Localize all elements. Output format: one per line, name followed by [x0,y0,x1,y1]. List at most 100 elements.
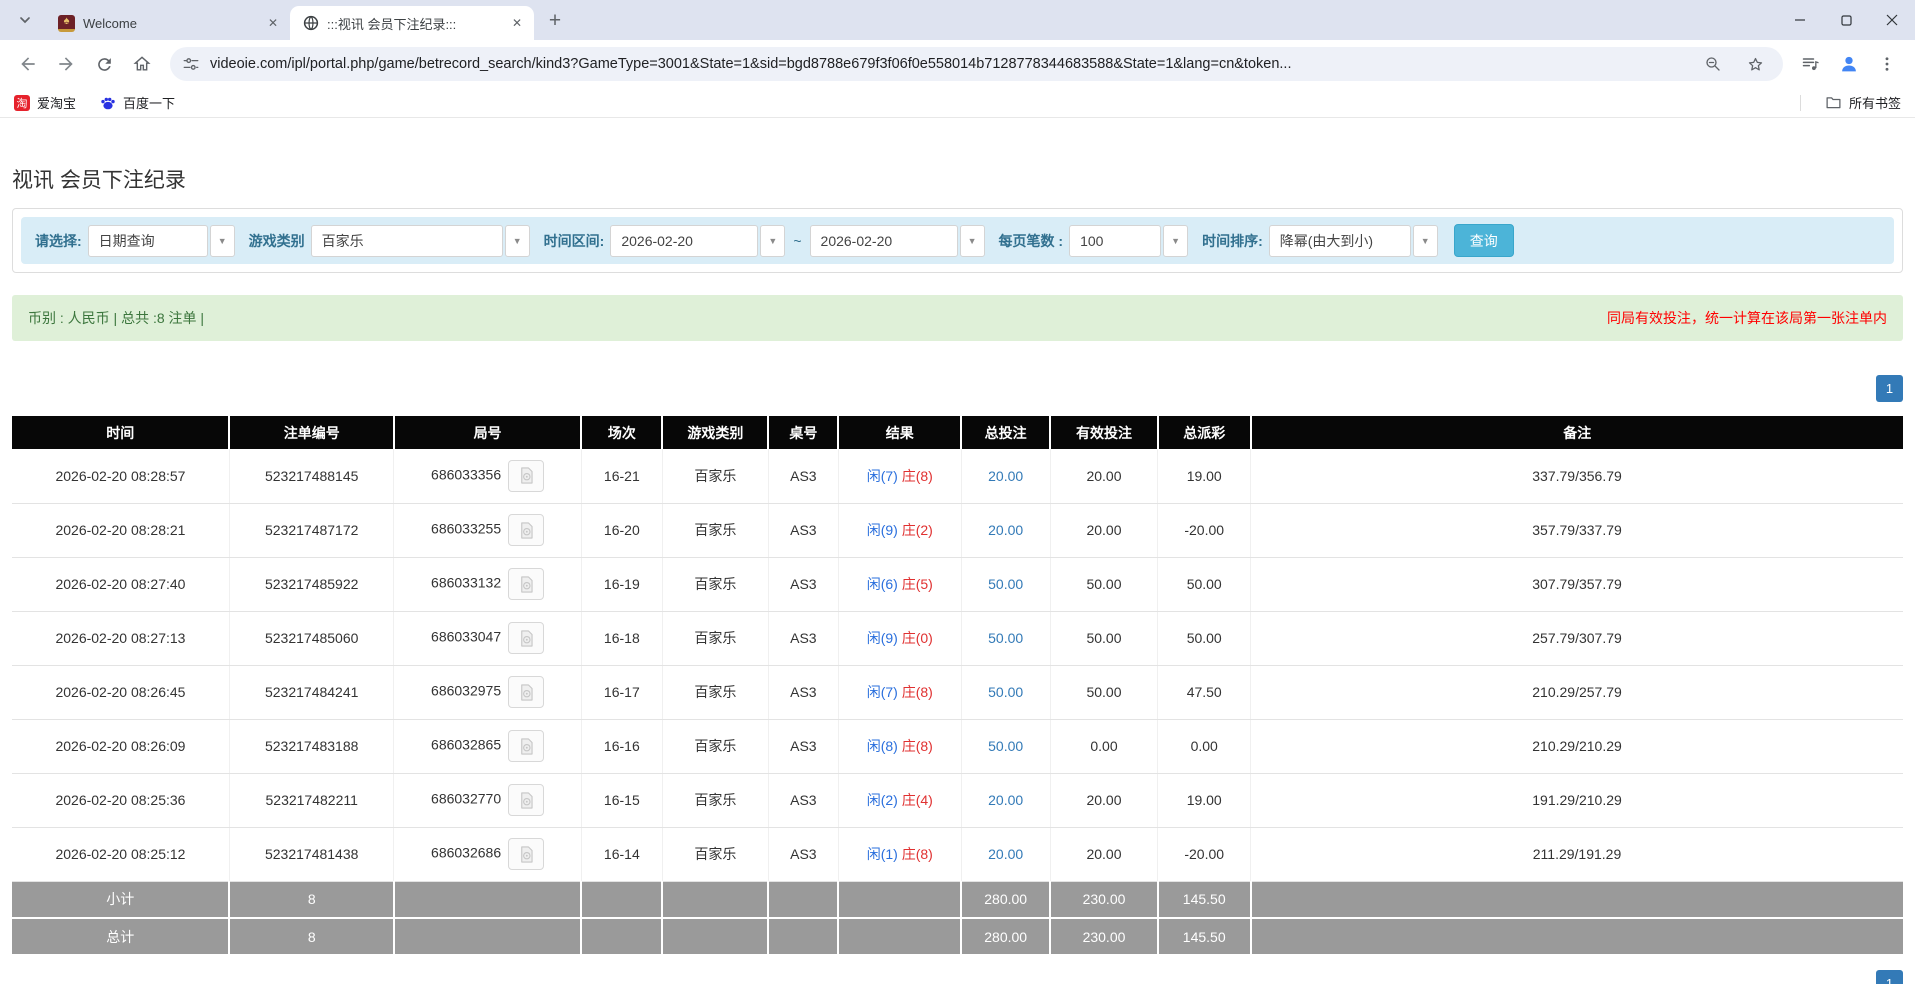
chevron-down-icon[interactable]: ▼ [1412,224,1438,257]
media-controls-icon[interactable] [1793,46,1829,82]
tab-betrecord[interactable]: :::视讯 会员下注纪录::: ✕ [290,6,534,40]
back-button[interactable] [10,46,46,82]
url-text[interactable]: videoie.com/ipl/portal.php/game/betrecor… [210,56,1687,72]
bookmark-baidu[interactable]: 百度一下 [100,93,175,112]
new-tab-button[interactable]: + [542,8,568,34]
query-type-select[interactable]: 日期查询 ▼ [87,224,235,257]
per-page-input[interactable]: 100 ▼ [1069,224,1189,257]
cell-round: 686033132 [393,557,582,612]
video-replay-button[interactable] [508,730,545,762]
chevron-down-icon[interactable]: ▼ [209,224,235,257]
video-replay-button[interactable] [508,622,545,654]
total-bet-link[interactable]: 20.00 [988,468,1023,484]
video-file-icon [520,791,533,809]
video-file-icon [520,521,533,539]
chevron-down-icon[interactable]: ▼ [760,224,786,257]
minimize-button[interactable] [1777,0,1823,40]
round-number: 686032865 [431,736,502,753]
notice-text: 同局有效投注，统一计算在该局第一张注单内 [1607,310,1887,326]
chevron-down-icon[interactable]: ▼ [504,224,530,257]
total-payout: 145.50 [1157,918,1252,956]
cell-result: 闲(6) 庄(5) [838,557,962,612]
site-settings-icon[interactable] [182,55,200,73]
taobao-icon: 淘 [14,94,30,111]
globe-favicon-icon [302,15,319,32]
game-type-select[interactable]: 百家乐 ▼ [310,224,530,257]
total-bet-link[interactable]: 20.00 [988,792,1023,808]
divider [1799,94,1801,111]
all-bookmarks-label: 所有书签 [1848,96,1901,111]
search-button[interactable]: 查询 [1453,224,1514,257]
video-replay-button[interactable] [508,838,545,870]
bookmark-star-icon[interactable] [1739,48,1771,80]
cell-session: 16-14 [581,827,663,882]
cell-table-no: AS3 [768,557,839,612]
cell-total-bet: 20.00 [961,503,1051,558]
cell-time: 2026-02-20 08:28:57 [12,449,230,504]
video-file-icon [520,575,533,593]
date-from-input[interactable]: 2026-02-20 ▼ [610,224,786,257]
refresh-button[interactable] [86,46,122,82]
page-1-button[interactable]: 1 [1876,970,1903,984]
sort-order-label: 时间排序: [1202,232,1263,249]
table-row: 2026-02-20 08:27:13 523217485060 6860330… [12,611,1903,666]
cell-time: 2026-02-20 08:25:12 [12,827,230,882]
maximize-button[interactable] [1823,0,1869,40]
forward-button[interactable] [48,46,84,82]
total-bet-link[interactable]: 20.00 [988,846,1023,862]
bet-table-body: 2026-02-20 08:28:57 523217488145 6860333… [12,449,1903,882]
total-bet-link[interactable]: 20.00 [988,522,1023,538]
tab-strip: ♠ Welcome ✕ :::视讯 会员下注纪录::: ✕ + [0,0,1915,40]
zoom-icon[interactable] [1697,48,1729,80]
tab-close-icon[interactable]: ✕ [264,14,282,32]
cell-valid-bet: 20.00 [1050,503,1159,558]
close-window-button[interactable] [1869,0,1915,40]
page-title: 视讯 会员下注纪录 [12,169,186,192]
all-bookmarks-button[interactable]: 所有书签 [1825,93,1901,112]
cell-result: 闲(9) 庄(0) [838,611,962,666]
cell-table-no: AS3 [768,611,839,666]
profile-avatar[interactable] [1831,46,1867,82]
cell-remark: 257.79/307.79 [1250,611,1903,666]
round-number: 686033047 [431,628,502,645]
chevron-down-icon[interactable]: ▼ [1163,224,1189,257]
total-bet-link[interactable]: 50.00 [988,576,1023,592]
cell-round: 686032770 [393,773,582,828]
date-to-input[interactable]: 2026-02-20 ▼ [809,224,985,257]
address-bar[interactable]: videoie.com/ipl/portal.php/game/betrecor… [170,47,1783,81]
total-bet-link[interactable]: 50.00 [988,630,1023,646]
chevron-down-icon[interactable]: ▼ [959,224,985,257]
cell-remark: 307.79/357.79 [1250,557,1903,612]
table-row: 2026-02-20 08:26:45 523217484241 6860329… [12,665,1903,720]
cell-session: 16-17 [581,665,663,720]
total-bet-link[interactable]: 50.00 [988,684,1023,700]
video-replay-button[interactable] [508,459,545,492]
window-controls [1777,0,1915,40]
total-bet-link[interactable]: 50.00 [988,738,1023,754]
page-content: 视讯 会员下注纪录 请选择: 日期查询 ▼ 游戏类别 百家乐 ▼ 时间区间: 2… [0,118,1915,984]
tab-welcome[interactable]: ♠ Welcome ✕ [46,6,290,40]
menu-kebab-icon[interactable] [1869,46,1905,82]
video-replay-button[interactable] [508,568,545,600]
cell-session: 16-18 [581,611,663,666]
video-replay-button[interactable] [508,514,545,546]
page-1-button[interactable]: 1 [1876,375,1903,402]
tab-close-icon[interactable]: ✕ [508,14,526,32]
cell-payout: -20.00 [1157,503,1252,558]
total-total-bet: 280.00 [961,918,1052,956]
refresh-icon [97,57,111,71]
home-button[interactable] [124,46,160,82]
bookmark-taobao[interactable]: 淘 爱淘宝 [14,93,76,112]
cell-session: 16-20 [581,503,663,558]
cell-time: 2026-02-20 08:26:09 [12,719,230,774]
sort-order-select[interactable]: 降幂(由大到小) ▼ [1268,224,1438,257]
column-header: 有效投注 [1050,416,1159,449]
video-file-icon [520,683,533,701]
tab-search-button[interactable] [12,7,38,33]
video-replay-button[interactable] [508,784,545,816]
column-header: 注单编号 [229,416,395,449]
column-header: 桌号 [768,416,840,449]
cell-payout: 50.00 [1157,611,1252,666]
range-separator: ~ [793,232,802,249]
video-replay-button[interactable] [508,676,545,708]
